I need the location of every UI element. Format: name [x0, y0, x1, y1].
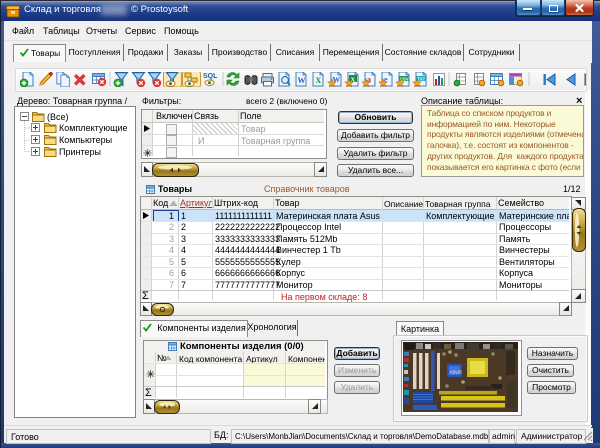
svg-text:(Все): (Все): [47, 112, 69, 122]
svg-text:X: X: [316, 76, 322, 85]
svg-text:Комплектующие: Комплектующие: [59, 123, 128, 133]
svg-text:ASUS: ASUS: [450, 370, 462, 375]
svg-text:Принтеры: Принтеры: [59, 147, 101, 157]
svg-text:CSV: CSV: [400, 76, 409, 81]
svg-text:Компьютеры: Компьютеры: [59, 135, 112, 145]
svg-text:TXT: TXT: [417, 76, 425, 81]
svg-text:SQL: SQL: [203, 73, 218, 80]
svg-text:W: W: [298, 76, 306, 85]
